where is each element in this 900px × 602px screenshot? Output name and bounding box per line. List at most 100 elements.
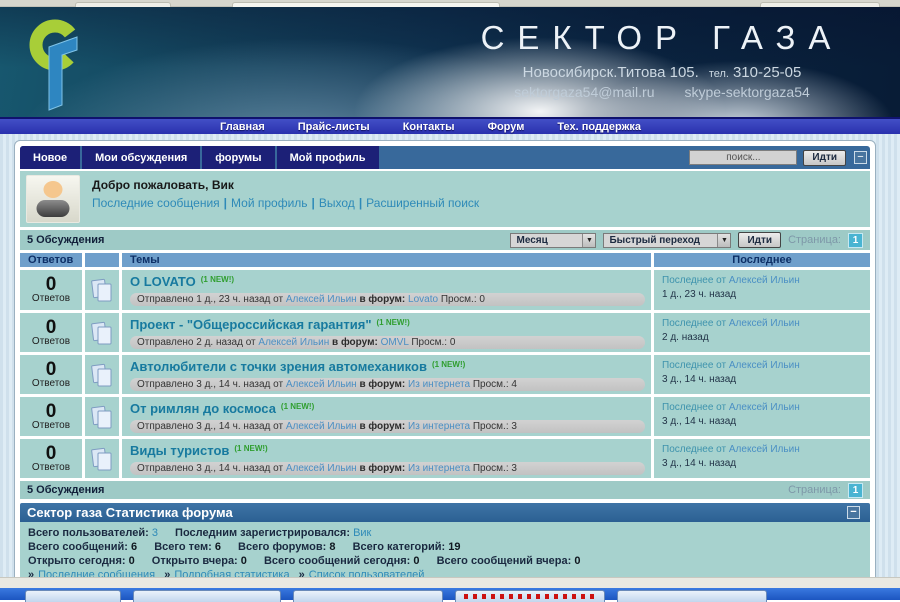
link-advanced-search[interactable]: Расширенный поиск xyxy=(366,196,479,210)
taskbar xyxy=(0,588,900,600)
topic-icon-cell xyxy=(85,270,119,310)
topic-title-link[interactable]: Автолюбители с точки зрения автомеханико… xyxy=(130,359,427,374)
replies-label: Ответов xyxy=(32,378,70,389)
nav-item-contacts[interactable]: Контакты xyxy=(403,121,455,133)
forum-link[interactable]: OMVL xyxy=(381,337,409,348)
header-topics: Темы xyxy=(122,253,651,267)
author-link[interactable]: Алексей Ильин xyxy=(286,294,357,305)
stats-header: Сектор газа Статистика форума − xyxy=(20,503,870,522)
topic-title-link[interactable]: Виды туристов xyxy=(130,443,229,458)
dropdown-arrow-icon[interactable]: ▼ xyxy=(582,234,595,247)
latest-author-link[interactable]: Алексей Ильин xyxy=(729,360,800,371)
taskbar-button-icon xyxy=(464,594,596,599)
forum-label: в форум: xyxy=(359,379,405,390)
discussions-count: 5 Обсуждения xyxy=(27,234,104,246)
views-text: Просм.: 3 xyxy=(473,421,517,432)
link-my-profile[interactable]: Мой профиль xyxy=(231,196,308,210)
table-row: 0 Ответов Виды туристов(1 NEW!) xyxy=(20,439,870,478)
search-go-button[interactable]: Идти xyxy=(803,150,846,166)
topics-table: Ответов Темы Последнее 0 Ответов xyxy=(20,253,870,478)
meta-sent-text: Отправлено 3 д., 14 ч. назад от xyxy=(137,421,283,432)
latest-cell: Последнее от Алексей Ильин 1 д., 23 ч. н… xyxy=(654,270,870,310)
page-number-badge[interactable]: 1 xyxy=(848,233,863,248)
replies-label: Ответов xyxy=(32,462,70,473)
stat-last-registered-link[interactable]: Вик xyxy=(353,527,371,539)
link-logout[interactable]: Выход xyxy=(319,196,355,210)
tab-forums[interactable]: форумы xyxy=(202,146,274,169)
latest-label: Последнее от xyxy=(662,360,726,371)
topic-meta: Отправлено 3 д., 14 ч. назад от Алексей … xyxy=(130,378,645,391)
replies-count: 0 xyxy=(46,445,57,462)
topic-title-link[interactable]: Проект - "Общероссийская гарантия" xyxy=(130,317,371,332)
dropdown-arrow-icon[interactable]: ▼ xyxy=(717,234,730,247)
page-label: Страница: xyxy=(788,484,841,496)
forum-link[interactable]: Из интернета xyxy=(408,379,470,390)
meta-sent-text: Отправлено 2 д. назад от xyxy=(137,337,256,348)
phone-number: 310-25-05 xyxy=(733,64,801,81)
replies-cell: 0 Ответов xyxy=(20,270,82,310)
nav-item-support[interactable]: Тех. поддержка xyxy=(557,121,641,133)
stat-label: Открыто сегодня: xyxy=(28,555,126,567)
stat-label: Всего сообщений: xyxy=(28,541,128,553)
search-input[interactable] xyxy=(689,150,797,165)
collapse-icon[interactable]: − xyxy=(854,151,867,164)
quick-jump-select[interactable]: Быстрый переход ▼ xyxy=(603,233,731,248)
tab-my-profile[interactable]: Мой профиль xyxy=(277,146,379,169)
jump-go-button[interactable]: Идти xyxy=(738,232,781,248)
latest-label: Последнее от xyxy=(662,275,726,286)
author-link[interactable]: Алексей Ильин xyxy=(258,337,329,348)
welcome-links: Последние сообщения|Мой профиль|Выход|Ра… xyxy=(92,196,479,210)
topic-pages-icon xyxy=(90,446,114,472)
nav-item-forum[interactable]: Форум xyxy=(488,121,525,133)
month-select[interactable]: Месяц ▼ xyxy=(510,233,596,248)
taskbar-button[interactable] xyxy=(455,590,605,602)
tab-my-discussions[interactable]: Мои обсуждения xyxy=(82,146,200,169)
author-link[interactable]: Алексей Ильин xyxy=(286,379,357,390)
latest-author-link[interactable]: Алексей Ильин xyxy=(729,318,800,329)
username-text: Вик xyxy=(212,178,234,192)
sektor-gaza-logo-icon[interactable] xyxy=(28,17,82,113)
latest-author-link[interactable]: Алексей Ильин xyxy=(729,402,800,413)
collapse-icon[interactable]: − xyxy=(847,506,860,519)
nav-item-home[interactable]: Главная xyxy=(220,121,265,133)
link-separator: | xyxy=(224,196,227,210)
topic-title-link[interactable]: От римлян до космоса xyxy=(130,401,276,416)
taskbar-button[interactable] xyxy=(25,590,121,602)
topics-rows: 0 Ответов О LOVATO (1 NEW!) xyxy=(20,270,870,478)
forum-link[interactable]: Lovato xyxy=(408,294,438,305)
topic-cell: О LOVATO(1 NEW!) Отправлено 1 д., 23 ч. … xyxy=(122,270,651,310)
nav-item-pricelists[interactable]: Прайс-листы xyxy=(298,121,370,133)
forum-link[interactable]: Из интернета xyxy=(408,421,470,432)
taskbar-button[interactable] xyxy=(617,590,767,602)
stats-link-detailed-stats[interactable]: Подробная статистика xyxy=(174,569,289,577)
forum-tabbar: Новое Мои обсуждения форумы Мой профиль … xyxy=(20,146,870,169)
stat-label: Всего тем: xyxy=(154,541,212,553)
taskbar-button[interactable] xyxy=(133,590,281,602)
new-badge: (1 NEW!) xyxy=(376,318,409,327)
quick-jump-value: Быстрый переход xyxy=(609,235,700,246)
stats-link-user-list[interactable]: Список пользователей xyxy=(309,569,425,577)
topic-icon-cell xyxy=(85,439,119,478)
page-number-badge[interactable]: 1 xyxy=(848,483,863,498)
taskbar-button[interactable] xyxy=(293,590,443,602)
stats-link-latest-posts[interactable]: Последние сообщения xyxy=(38,569,155,577)
stat-value: 0 xyxy=(413,555,419,567)
topic-cell: Автолюбители с точки зрения автомеханико… xyxy=(122,355,651,394)
forum-link[interactable]: Из интернета xyxy=(408,463,470,474)
topic-title-link[interactable]: О LOVATO xyxy=(130,274,196,289)
link-latest-posts[interactable]: Последние сообщения xyxy=(92,196,220,210)
stats-body: Всего пользователей: 3 Последним зарегис… xyxy=(20,522,870,577)
topic-pages-icon xyxy=(90,277,114,303)
replies-count: 0 xyxy=(46,276,57,293)
tab-new[interactable]: Новое xyxy=(20,146,80,169)
topic-pages-icon xyxy=(90,404,114,430)
page-label: Страница: xyxy=(788,234,841,246)
author-link[interactable]: Алексей Ильин xyxy=(286,463,357,474)
latest-author-link[interactable]: Алексей Ильин xyxy=(729,444,800,455)
latest-author-link[interactable]: Алексей Ильин xyxy=(729,275,800,286)
site-contact-line: sektorgaza54@mail.ruskype-sektorgaza54 xyxy=(444,84,880,100)
author-link[interactable]: Алексей Ильин xyxy=(286,421,357,432)
latest-time: 3 д., 14 ч. назад xyxy=(662,374,862,386)
avatar[interactable] xyxy=(26,175,80,223)
stat-users-count-link[interactable]: 3 xyxy=(152,527,158,539)
